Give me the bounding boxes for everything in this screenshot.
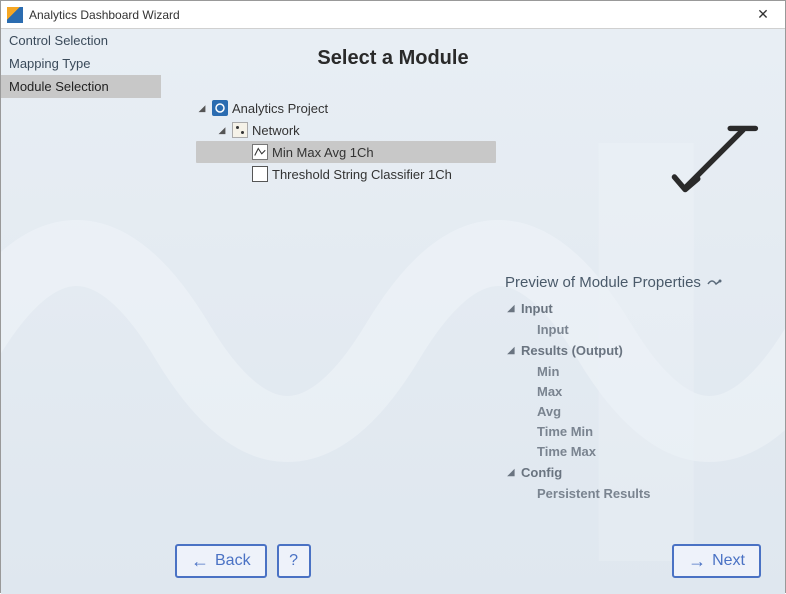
preview-title-row: Preview of Module Properties [505,274,775,291]
tree-node-project[interactable]: ◢ Analytics Project [196,97,496,119]
expander-icon[interactable]: ◢ [505,303,517,314]
tree-label: Min Max Avg 1Ch [272,145,374,160]
minmax-icon [252,144,268,160]
tree-node-network[interactable]: ◢ Network [196,119,496,141]
prop-group-label: Config [521,465,562,480]
tree-label: Network [252,123,300,138]
preview-title: Preview of Module Properties [505,274,701,291]
back-button[interactable]: ← Back [175,544,267,578]
prop-group-label: Results (Output) [521,343,623,358]
network-icon [232,122,248,138]
arrow-left-icon: ← [191,552,209,570]
module-tree: ◢ Analytics Project ◢ Network Min Max Av… [196,97,496,185]
step-module-selection[interactable]: Module Selection [1,75,161,98]
prop-item[interactable]: Min [505,361,775,381]
tree-node-minmaxavg[interactable]: Min Max Avg 1Ch [196,141,496,163]
arrow-right-icon: → [688,552,706,570]
prop-item[interactable]: Persistent Results [505,483,775,503]
tree-label: Threshold String Classifier 1Ch [272,167,452,182]
expander-spacer [236,146,248,158]
expander-icon[interactable]: ◢ [216,124,228,136]
close-button[interactable]: ✕ [747,5,779,25]
tree-label: Analytics Project [232,101,328,116]
help-label: ? [289,552,298,570]
window-title: Analytics Dashboard Wizard [29,8,747,22]
expander-icon[interactable]: ◢ [505,467,517,478]
tree-node-threshold[interactable]: Threshold String Classifier 1Ch [196,163,496,185]
threshold-icon [252,166,268,182]
pin-icon[interactable] [707,275,723,291]
prop-item[interactable]: Avg [505,401,775,421]
prop-group-input[interactable]: ◢ Input [505,297,775,319]
module-preview-icon [669,114,759,204]
prop-group-config[interactable]: ◢ Config [505,461,775,483]
expander-spacer [236,168,248,180]
prop-item[interactable]: Time Min [505,421,775,441]
button-bar: ← Back ? → Next [1,544,785,578]
titlebar: Analytics Dashboard Wizard ✕ [1,1,785,29]
app-icon [7,7,23,23]
next-button[interactable]: → Next [672,544,761,578]
page-title: Select a Module [1,47,785,70]
prop-item[interactable]: Max [505,381,775,401]
prop-group-label: Input [521,301,553,316]
expander-icon[interactable]: ◢ [196,102,208,114]
prop-group-results[interactable]: ◢ Results (Output) [505,339,775,361]
expander-icon[interactable]: ◢ [505,345,517,356]
prop-item[interactable]: Input [505,319,775,339]
prop-item[interactable]: Time Max [505,441,775,461]
preview-panel: Preview of Module Properties ◢ Input Inp… [505,274,775,503]
back-label: Back [215,552,251,570]
wizard-body: Control Selection Mapping Type Module Se… [1,29,785,594]
next-label: Next [712,552,745,570]
help-button[interactable]: ? [277,544,311,578]
project-icon [212,100,228,116]
